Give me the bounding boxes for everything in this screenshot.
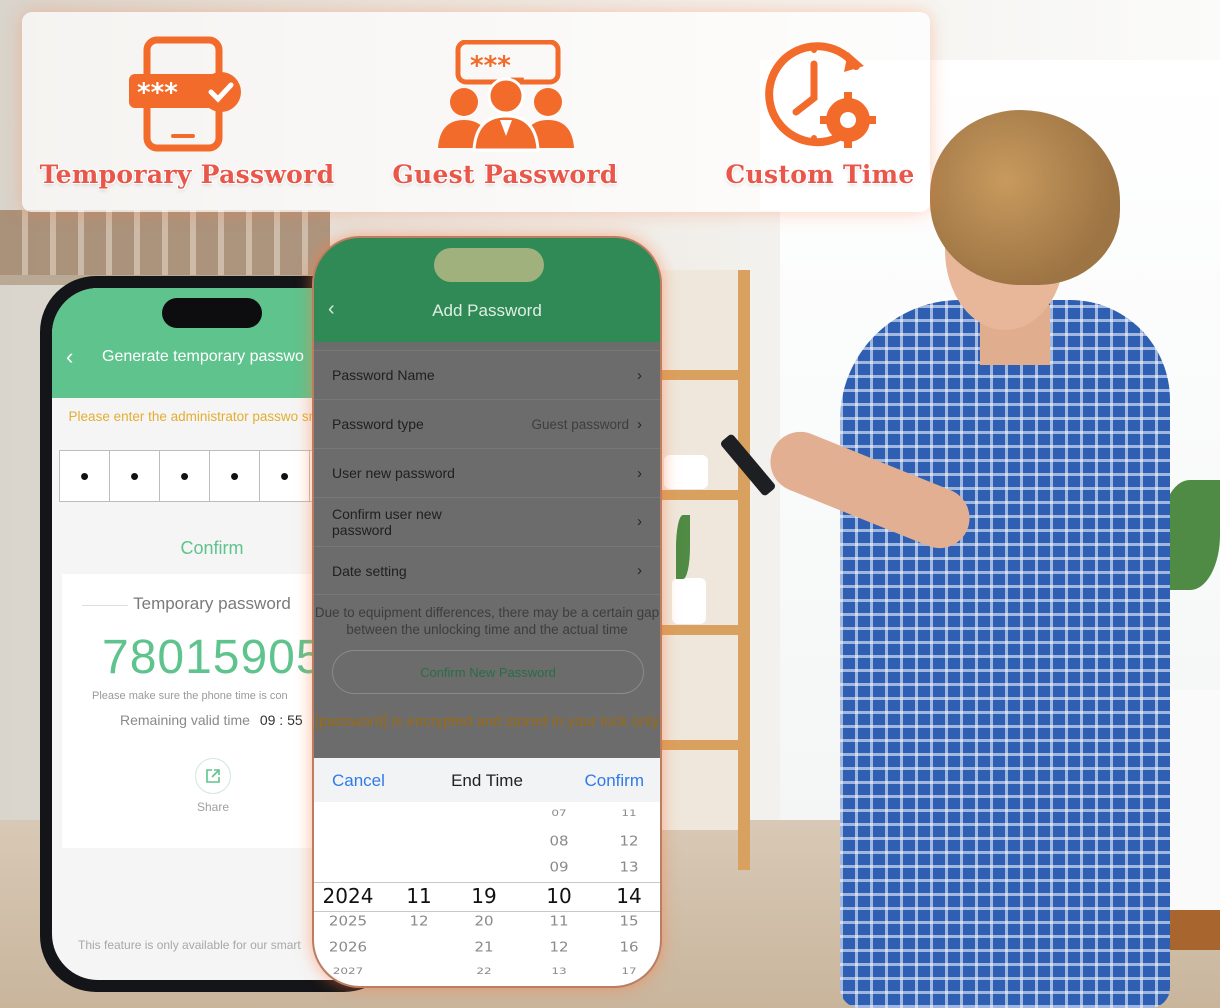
row-label: User new password: [332, 465, 455, 481]
row-label: Password type: [332, 416, 424, 432]
wheel-year[interactable]: 2024 2025 2026 2027: [318, 802, 378, 986]
woman-with-phone: [719, 110, 1180, 1008]
spice-jar-shelf: [0, 210, 330, 280]
feature-label: Guest Password: [392, 160, 618, 189]
remaining-valid-time: Remaining valid time 09 : 55: [120, 712, 303, 728]
confirm-new-password-button[interactable]: Confirm New Password: [332, 650, 644, 694]
chevron-right-icon: ›: [637, 415, 642, 433]
svg-text:***: ***: [137, 78, 178, 108]
plant-pot: [672, 578, 706, 624]
wheel-item[interactable]: 07: [524, 808, 594, 818]
wheel-item[interactable]: 19: [454, 884, 514, 908]
back-chevron-icon[interactable]: ‹: [66, 344, 73, 370]
pin-digit[interactable]: •: [259, 450, 310, 502]
phone-add-password: ‹ Add Password Password Name › Password …: [312, 236, 662, 988]
row-password-type[interactable]: Password type Guest password ›: [314, 399, 660, 448]
row-date-setting[interactable]: Date setting ›: [314, 546, 660, 595]
row-label: Confirm user new password: [332, 506, 442, 538]
wheel-hour[interactable]: 07 08 09 10 11 12 13: [524, 802, 594, 986]
wheel-item[interactable]: 11: [594, 808, 660, 818]
chevron-right-icon: ›: [637, 562, 642, 579]
wheel-item[interactable]: 13: [594, 859, 660, 875]
dynamic-island: [434, 248, 544, 282]
share-icon[interactable]: [195, 758, 231, 794]
clock-gear-icon: [670, 34, 970, 152]
guest-group-password-icon: ***_: [355, 34, 655, 152]
wheel-day[interactable]: 19 20 21 22: [454, 802, 514, 986]
pin-digit[interactable]: •: [159, 450, 210, 502]
plant-leaf: [676, 515, 690, 579]
wheel-item[interactable]: 2027: [318, 966, 378, 976]
svg-text:***_: ***_: [470, 51, 524, 81]
wheel-item[interactable]: 12: [394, 913, 444, 929]
chevron-right-icon: ›: [637, 366, 642, 384]
wheel-item[interactable]: 2024: [318, 884, 378, 908]
wheel-item[interactable]: 10: [524, 884, 594, 908]
wheel-item[interactable]: 16: [594, 939, 660, 955]
chevron-right-icon: ›: [637, 464, 642, 482]
feature-temporary-password: *** Temporary Password: [37, 34, 337, 189]
row-label: Password Name: [332, 367, 435, 383]
blue-dress: [840, 300, 1170, 1008]
feature-custom-time: Custom Time: [670, 34, 970, 189]
wheel-item[interactable]: 22: [454, 966, 514, 976]
remaining-value: 09 : 55: [259, 712, 303, 728]
row-label: Date setting: [332, 562, 407, 579]
wheel-item[interactable]: 17: [594, 966, 660, 976]
wheel-item[interactable]: 21: [454, 939, 514, 955]
password-settings-list: Password Name › Password type Guest pass…: [314, 350, 660, 595]
encryption-note: [password] is encrypted and stored in yo…: [314, 713, 660, 730]
feature-label: Temporary Password: [39, 160, 335, 189]
phone-time-note: Please make sure the phone time is con: [92, 690, 288, 702]
wheel-item[interactable]: 2026: [318, 939, 378, 955]
admin-password-input[interactable]: • • • • •: [59, 450, 339, 502]
wheel-item[interactable]: 14: [594, 884, 660, 908]
bowl: [664, 455, 708, 489]
confirm-button[interactable]: Confirm: [584, 771, 644, 791]
phone-password-check-icon: ***: [37, 34, 337, 152]
remaining-label: Remaining valid time: [120, 712, 250, 728]
wheel-item[interactable]: 11: [524, 913, 594, 929]
dynamic-island: [162, 298, 262, 328]
time-gap-disclaimer: Due to equipment differences, there may …: [314, 605, 660, 637]
wheel-item[interactable]: 15: [594, 913, 660, 929]
wheel-item[interactable]: 13: [524, 966, 594, 976]
feature-label: Custom Time: [725, 160, 915, 189]
wheel-item[interactable]: 12: [524, 939, 594, 955]
wheel-item[interactable]: 09: [524, 859, 594, 875]
pin-digit[interactable]: •: [209, 450, 260, 502]
pin-digit[interactable]: •: [109, 450, 160, 502]
wheel-item[interactable]: 08: [524, 833, 594, 849]
wheel-item[interactable]: 20: [454, 913, 514, 929]
feature-availability-note: This feature is only available for our s…: [78, 938, 301, 952]
row-confirm-user-new-password[interactable]: Confirm user new password ›: [314, 497, 660, 546]
feature-guest-password: ***_ Guest Password: [355, 34, 655, 189]
wheel-item[interactable]: 2025: [318, 913, 378, 929]
row-password-name[interactable]: Password Name ›: [314, 350, 660, 399]
pin-digit[interactable]: •: [59, 450, 110, 502]
row-user-new-password[interactable]: User new password ›: [314, 448, 660, 497]
wheel-minute[interactable]: 11 12 13 14 15 16 17: [594, 802, 660, 986]
end-time-picker-sheet: Cancel End Time Confirm 2024 2025 2026 2027…: [314, 758, 660, 986]
page-title: Generate temporary passwo: [102, 348, 304, 365]
page-title: Add Password: [432, 301, 542, 320]
chevron-right-icon: ›: [637, 513, 642, 530]
feature-banner: *** Temporary Password ***_ Guest Passwo…: [22, 12, 930, 212]
wheel-item[interactable]: 11: [394, 884, 444, 908]
wheel-month[interactable]: 11 12: [394, 802, 444, 986]
row-value: Guest password: [531, 416, 629, 432]
temporary-password-code: 78015905: [102, 631, 324, 684]
wheel-item[interactable]: 12: [594, 833, 660, 849]
